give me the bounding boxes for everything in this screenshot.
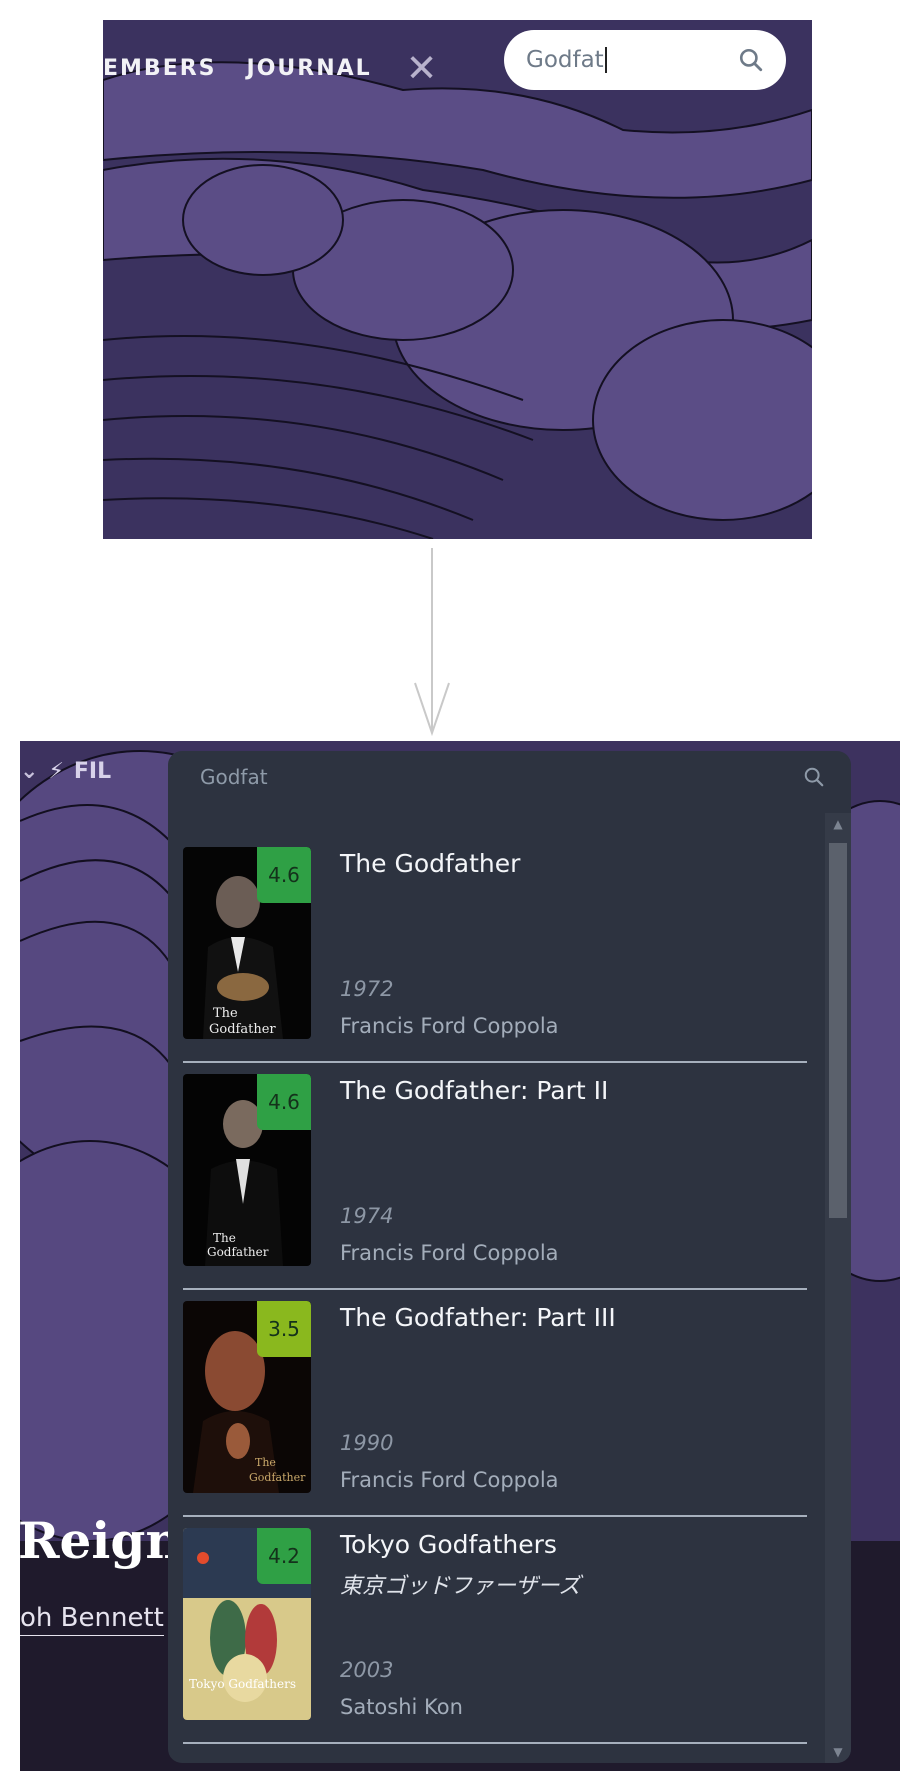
- result-item[interactable]: The Godfather 3.5 The Godfather: Part II…: [183, 1301, 807, 1517]
- text-caret: [604, 47, 607, 74]
- result-item[interactable]: The Godfather 4.6 The Godfather: Part II…: [183, 1074, 807, 1290]
- dropdown-search-bar[interactable]: Godfat: [168, 751, 851, 803]
- rating-badge: 4.6: [257, 1074, 311, 1130]
- rating-badge: 4.2: [257, 1528, 311, 1584]
- svg-text:Tokyo Godfathers: Tokyo Godfathers: [189, 1677, 296, 1691]
- results-scrollbar[interactable]: ▲ ▼: [825, 813, 851, 1763]
- chevron-down-icon[interactable]: ⌄: [20, 759, 38, 784]
- result-item[interactable]: The Godfather 4.6 The Godfather 1972 Fra…: [183, 847, 807, 1063]
- nav-members[interactable]: EMBERS: [103, 56, 217, 81]
- result-year: 1990: [340, 1431, 394, 1455]
- result-title[interactable]: Tokyo Godfathers: [340, 1530, 557, 1559]
- lightning-icon[interactable]: ⚡: [48, 759, 63, 784]
- hero-byline[interactable]: oh Bennett: [20, 1603, 164, 1636]
- poster-image[interactable]: Tokyo Godfathers 4.2: [183, 1528, 311, 1720]
- result-title[interactable]: The Godfather: Part II: [340, 1076, 608, 1105]
- svg-text:The: The: [255, 1456, 276, 1469]
- search-icon[interactable]: [803, 766, 825, 788]
- search-icon[interactable]: [738, 47, 764, 73]
- hero-title: Reign: [20, 1511, 182, 1570]
- result-year: 1972: [340, 977, 394, 1001]
- top-nav: EMBERS JOURNAL ✕: [103, 46, 470, 90]
- search-input[interactable]: Godfat: [504, 30, 786, 90]
- search-query: Godfat: [200, 765, 268, 789]
- result-original-title: 東京ゴッドファーザーズ: [340, 1574, 581, 1599]
- result-title[interactable]: The Godfather: Part III: [340, 1303, 616, 1332]
- rating-badge: 4.6: [257, 847, 311, 903]
- background-artwork: [103, 20, 812, 539]
- svg-text:Godfather: Godfather: [249, 1471, 306, 1484]
- nav-films[interactable]: FIL: [74, 759, 111, 784]
- results-list: The Godfather 4.6 The Godfather 1972 Fra…: [168, 847, 823, 1744]
- svg-text:The: The: [213, 1006, 238, 1021]
- scroll-down-arrow-icon[interactable]: ▼: [825, 1745, 851, 1759]
- svg-text:The: The: [213, 1231, 236, 1245]
- poster-image[interactable]: The Godfather 4.6: [183, 847, 311, 1039]
- poster-image[interactable]: The Godfather 4.6: [183, 1074, 311, 1266]
- close-icon[interactable]: ✕: [406, 46, 440, 90]
- bottom-screenshot-panel: ⌄ ⚡ FIL Reign oh Bennett Godfat The Godf…: [20, 741, 900, 1771]
- top-screenshot-panel: EMBERS JOURNAL ✕ Godfat: [103, 20, 812, 539]
- result-title[interactable]: The Godfather: [340, 849, 520, 878]
- rating-badge: 3.5: [257, 1301, 311, 1357]
- poster-image[interactable]: The Godfather 3.5: [183, 1301, 311, 1493]
- result-director[interactable]: Francis Ford Coppola: [340, 1468, 559, 1492]
- result-year: 1974: [340, 1204, 394, 1228]
- down-arrow-icon: [414, 548, 450, 737]
- result-item[interactable]: Tokyo Godfathers 4.2 Tokyo Godfathers 東京…: [183, 1528, 807, 1744]
- svg-text:Godfather: Godfather: [209, 1022, 276, 1037]
- scroll-up-arrow-icon[interactable]: ▲: [825, 817, 851, 831]
- main-nav: ⌄ ⚡ FIL: [20, 759, 111, 784]
- scrollbar-thumb[interactable]: [829, 843, 847, 1218]
- search-results-dropdown: Godfat The Godfather 4.6 The Godfather 1…: [168, 751, 851, 1763]
- svg-text:Godfather: Godfather: [207, 1245, 269, 1259]
- nav-journal[interactable]: JOURNAL: [247, 56, 372, 81]
- search-value: Godfat: [526, 46, 604, 73]
- result-director[interactable]: Francis Ford Coppola: [340, 1014, 559, 1038]
- result-director[interactable]: Francis Ford Coppola: [340, 1241, 559, 1265]
- result-director[interactable]: Satoshi Kon: [340, 1695, 463, 1719]
- result-year: 2003: [340, 1658, 394, 1682]
